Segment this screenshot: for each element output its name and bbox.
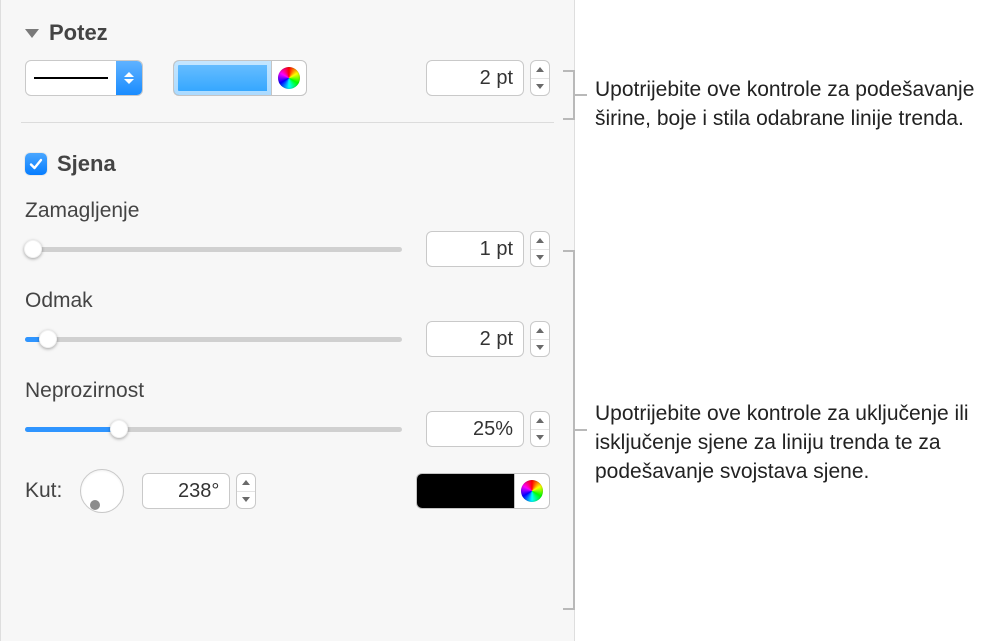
checkmark-icon xyxy=(29,157,43,171)
stroke-callout-text: Upotrijebite ove kontrole za podešavanje… xyxy=(595,76,975,134)
shadow-color-swatch[interactable] xyxy=(416,473,514,509)
shadow-blur-label: Zamagljenje xyxy=(25,199,550,223)
shadow-blur-input[interactable] xyxy=(426,231,524,267)
stroke-width-field xyxy=(426,60,550,96)
shadow-offset-label: Odmak xyxy=(25,289,550,313)
shadow-opacity-group: Neprozirnost xyxy=(25,379,550,447)
angle-indicator-icon xyxy=(90,500,100,510)
stroke-style-popup[interactable] xyxy=(25,60,143,96)
stroke-section-header[interactable]: Potez xyxy=(25,20,550,46)
callouts-area: Upotrijebite ove kontrole za podešavanje… xyxy=(575,0,995,641)
color-wheel-icon xyxy=(521,480,543,502)
shadow-section-header: Sjena xyxy=(25,151,550,177)
stroke-width-input[interactable] xyxy=(426,60,524,96)
shadow-checkbox[interactable] xyxy=(25,153,47,175)
line-sample-icon xyxy=(34,77,108,79)
shadow-angle-label: Kut: xyxy=(25,479,62,503)
shadow-angle-stepper[interactable] xyxy=(236,473,256,509)
shadow-opacity-slider[interactable] xyxy=(25,417,402,441)
shadow-blur-group: Zamagljenje xyxy=(25,199,550,267)
chevron-down-icon xyxy=(25,29,39,38)
shadow-offset-group: Odmak xyxy=(25,289,550,357)
shadow-offset-stepper[interactable] xyxy=(530,321,550,357)
stroke-color-swatch[interactable] xyxy=(173,60,271,96)
shadow-color-picker-button[interactable] xyxy=(514,473,550,509)
shadow-section-title: Sjena xyxy=(57,151,116,177)
shadow-offset-input[interactable] xyxy=(426,321,524,357)
stroke-color-well xyxy=(173,60,307,96)
shadow-angle-row: Kut: xyxy=(25,469,550,513)
inspector-panel: Potez xyxy=(0,0,575,641)
shadow-blur-stepper[interactable] xyxy=(530,231,550,267)
color-wheel-icon xyxy=(278,67,300,89)
shadow-opacity-label: Neprozirnost xyxy=(25,379,550,403)
shadow-angle-input[interactable] xyxy=(142,473,230,509)
shadow-color-well xyxy=(416,473,550,509)
stepper-down-icon xyxy=(536,84,544,89)
section-divider xyxy=(21,122,554,123)
shadow-opacity-stepper[interactable] xyxy=(530,411,550,447)
shadow-opacity-input[interactable] xyxy=(426,411,524,447)
stroke-section-title: Potez xyxy=(49,20,108,46)
shadow-callout-brace xyxy=(573,250,575,610)
shadow-blur-slider[interactable] xyxy=(25,237,402,261)
shadow-angle-dial[interactable] xyxy=(80,469,124,513)
shadow-offset-slider[interactable] xyxy=(25,327,402,351)
popup-arrows-icon xyxy=(116,61,142,95)
shadow-callout-text: Upotrijebite ove kontrole za uključenje … xyxy=(595,400,975,487)
stroke-color-picker-button[interactable] xyxy=(271,60,307,96)
stroke-controls-row xyxy=(25,60,550,96)
stepper-up-icon xyxy=(536,67,544,72)
stroke-callout-brace xyxy=(573,70,575,120)
stroke-width-stepper[interactable] xyxy=(530,60,550,96)
